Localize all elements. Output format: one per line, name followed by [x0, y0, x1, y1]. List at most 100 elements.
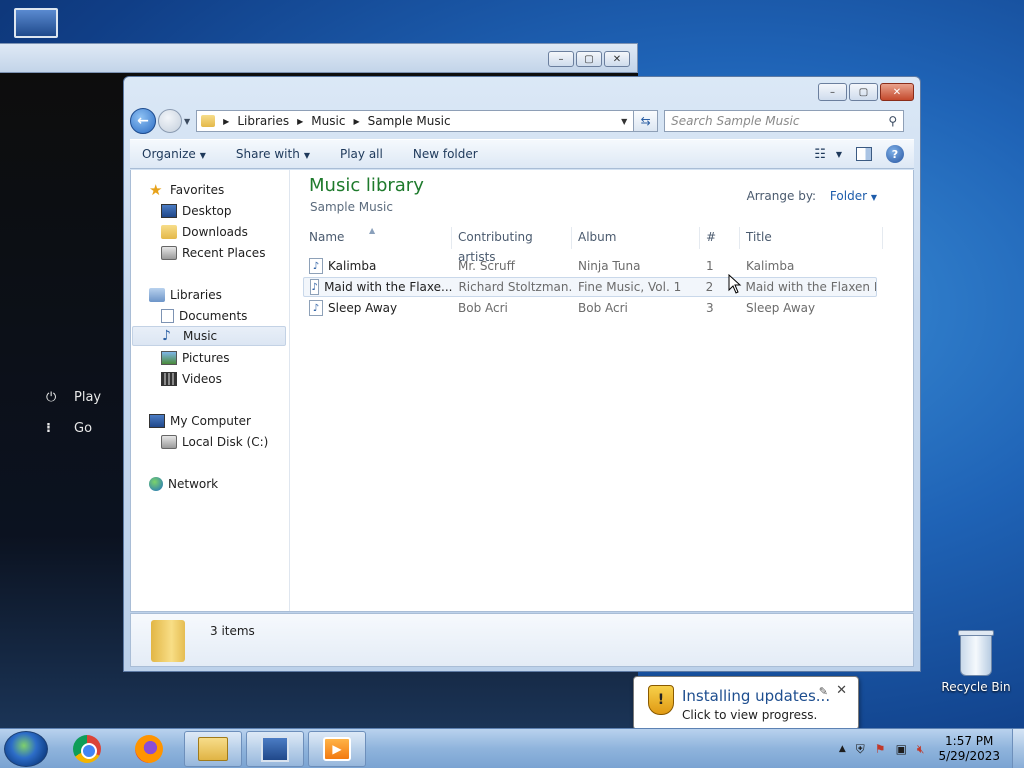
sidebar-item-videos[interactable]: Videos [161, 369, 222, 389]
clock[interactable]: 1:57 PM 5/29/2023 [938, 734, 1000, 764]
notification-title: Installing updates... [682, 687, 831, 705]
maximize-button[interactable]: ▢ [849, 83, 878, 101]
computer-desktop-icon[interactable] [14, 8, 64, 44]
media-player-titlebar[interactable]: – ▢ ✕ [0, 43, 638, 73]
arrange-by-dropdown[interactable]: Folder ▼ [830, 189, 877, 203]
breadcrumb-libraries[interactable]: Libraries [237, 114, 289, 128]
minimize-button[interactable]: – [548, 51, 574, 67]
address-bar[interactable]: ▶ Libraries ▶ Music ▶ Sample Music ▼ [196, 110, 635, 132]
music-file-icon: ♪ [310, 279, 320, 295]
column-header-album[interactable]: Album [572, 227, 700, 249]
taskbar-remote-desktop[interactable] [246, 731, 304, 767]
remote-desktop-icon [261, 736, 289, 762]
sidebar-item-local-disk[interactable]: Local Disk (C:) [161, 432, 268, 452]
firefox-icon [135, 735, 163, 763]
network-tray-icon[interactable]: ▣ [896, 742, 907, 756]
folder-icon [198, 737, 228, 761]
column-header-number[interactable]: # [700, 227, 740, 249]
sidebar-item-downloads[interactable]: Downloads [161, 222, 248, 242]
action-center-icon[interactable]: ⚑ [875, 742, 886, 756]
breadcrumb-music[interactable]: Music [311, 114, 345, 128]
breadcrumb-sample-music[interactable]: Sample Music [368, 114, 451, 128]
sidebar-item-desktop[interactable]: Desktop [161, 201, 232, 221]
details-pane: 3 items [130, 613, 914, 667]
chevron-down-icon: ▼ [303, 151, 310, 160]
search-icon[interactable]: ⚲ [888, 114, 897, 128]
library-subtitle: Sample Music [310, 200, 393, 214]
sidebar-item-music[interactable]: ♪ Music [132, 326, 286, 346]
sidebar-item-favorites[interactable]: ★ Favorites [149, 180, 224, 200]
breadcrumb-chevron-icon[interactable]: ▶ [297, 117, 303, 126]
folder-icon [151, 620, 185, 662]
notification-message: Click to view progress. [682, 708, 818, 722]
close-button[interactable]: ✕ [880, 83, 914, 101]
taskbar-chrome[interactable] [58, 731, 116, 767]
column-headers: ▲ Name Contributing artists Album # Titl… [303, 226, 883, 264]
network-icon [149, 477, 163, 491]
refresh-button[interactable]: ⇆ [634, 110, 659, 132]
navigation-bar: ← ▼ ▶ Libraries ▶ Music ▶ Sample Music ▼… [130, 107, 914, 135]
media-go-link[interactable]: ⁝ Go [46, 421, 92, 436]
wrench-icon[interactable]: ✎ [819, 685, 828, 698]
media-play-link[interactable]: ⏻ Play [46, 390, 101, 405]
back-button[interactable]: ← [130, 108, 156, 134]
taskbar: ▶ ▲ ⛨ ⚑ ▣ 🔇︎ 1:57 PM 5/29/2023 [0, 728, 1024, 768]
table-row[interactable]: ♪ Sleep Away Bob Acri Bob Acri 3 Sleep Aw… [303, 298, 877, 318]
close-button[interactable]: ✕ [604, 51, 630, 67]
column-header-name[interactable]: ▲ Name [303, 226, 452, 249]
close-icon[interactable]: ✕ [836, 683, 847, 698]
organize-button[interactable]: Organize ▼ [142, 147, 206, 161]
sort-up-icon: ▲ [369, 226, 376, 235]
show-hidden-icons-button[interactable]: ▲ [839, 744, 846, 754]
address-dropdown-icon[interactable]: ▼ [615, 117, 633, 126]
recycle-bin-desktop-icon[interactable]: Recycle Bin [938, 630, 1014, 694]
hard-disk-icon [161, 435, 177, 449]
maximize-button[interactable]: ▢ [576, 51, 602, 67]
sidebar-item-recent-places[interactable]: Recent Places [161, 243, 265, 263]
refresh-icon: ⇆ [640, 114, 651, 128]
view-options-button[interactable]: ☷ ▼ [814, 147, 842, 162]
help-button[interactable]: ? [886, 145, 904, 163]
preview-pane-button[interactable] [856, 147, 872, 161]
share-with-button[interactable]: Share with ▼ [236, 147, 310, 161]
table-row[interactable]: ♪ Kalimba Mr. Scruff Ninja Tuna 1 Kalimba [303, 256, 877, 276]
computer-icon [149, 414, 165, 428]
update-notification-balloon[interactable]: ! Installing updates... Click to view pr… [633, 676, 859, 730]
sidebar-item-network[interactable]: Network [149, 474, 218, 494]
explorer-window[interactable]: – ▢ ✕ ← ▼ ▶ Libraries ▶ Music ▶ Sample M… [123, 76, 921, 672]
chevron-down-icon: ▼ [835, 149, 842, 159]
taskbar-media-player[interactable]: ▶ [308, 731, 366, 767]
breadcrumb-chevron-icon[interactable]: ▶ [353, 117, 359, 126]
mouse-cursor-icon [728, 274, 742, 294]
sidebar-item-documents[interactable]: Documents [161, 306, 247, 326]
breadcrumb-chevron-icon[interactable]: ▶ [223, 117, 229, 126]
table-row[interactable]: ♪ Maid with the Flaxe... Richard Stoltzma… [303, 277, 877, 297]
column-header-artists[interactable]: Contributing artists [452, 227, 572, 264]
new-folder-button[interactable]: New folder [413, 147, 478, 161]
play-all-button[interactable]: Play all [340, 147, 383, 161]
recent-places-icon [161, 246, 177, 260]
file-list-pane: Music library Sample Music Arrange by: F… [291, 170, 913, 611]
volume-muted-icon[interactable]: 🔇︎ [917, 742, 925, 757]
history-dropdown[interactable]: ▼ [184, 117, 190, 126]
show-desktop-button[interactable] [1012, 729, 1024, 768]
clock-date: 5/29/2023 [938, 749, 1000, 763]
search-input[interactable]: Search Sample Music ⚲ [664, 110, 905, 132]
forward-button[interactable] [158, 109, 182, 133]
update-tray-icon[interactable]: ⛨ [856, 742, 865, 757]
minimize-button[interactable]: – [818, 83, 847, 101]
music-file-icon: ♪ [309, 258, 323, 274]
taskbar-explorer[interactable] [184, 731, 242, 767]
clock-time: 1:57 PM [945, 734, 994, 748]
desktop-icon [161, 204, 177, 218]
sidebar-item-my-computer[interactable]: My Computer [149, 411, 251, 431]
content-area: ★ Favorites Desktop Downloads Recent Pla… [130, 170, 914, 612]
start-button[interactable] [4, 731, 48, 767]
sidebar-item-libraries[interactable]: Libraries [149, 285, 222, 305]
videos-icon [161, 372, 177, 386]
libraries-icon [149, 288, 165, 302]
music-note-icon: ♪ [162, 328, 171, 344]
column-header-title[interactable]: Title [740, 227, 883, 249]
taskbar-firefox[interactable] [120, 731, 178, 767]
sidebar-item-pictures[interactable]: Pictures [161, 348, 230, 368]
